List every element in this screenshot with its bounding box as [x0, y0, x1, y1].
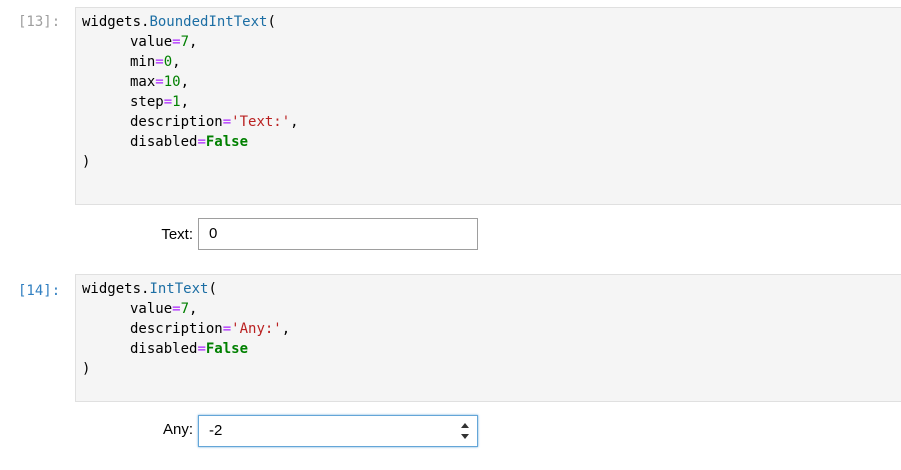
- code-line: widgets.IntText(: [82, 279, 901, 299]
- input-value: -2: [209, 422, 223, 439]
- code-line: step=1,: [82, 92, 901, 112]
- int-text-input[interactable]: 0: [198, 218, 478, 250]
- code-token: description: [130, 114, 223, 130]
- code-token: value: [130, 301, 173, 317]
- code-token: ,: [180, 94, 190, 110]
- code-token: False: [205, 341, 249, 357]
- code-token: disabled: [130, 134, 198, 150]
- code-token: ,: [189, 34, 198, 50]
- code-token: 7: [180, 301, 190, 317]
- code-line: disabled=False: [82, 132, 901, 152]
- widget-label: Any:: [162, 421, 193, 438]
- code-token: (: [267, 14, 276, 30]
- code-token: description: [130, 321, 223, 337]
- code-cell-14[interactable]: [14]: widgets.IntText( value=7, descript…: [0, 268, 901, 468]
- code-line: ): [82, 359, 901, 379]
- code-token: ,: [180, 74, 190, 90]
- code-token: ,: [281, 321, 291, 337]
- code-token: 0: [163, 54, 173, 70]
- code-line: ): [82, 152, 901, 172]
- code-editor[interactable]: widgets.IntText( value=7, description='A…: [75, 274, 901, 402]
- code-line: value=7,: [82, 299, 901, 319]
- code-token: 1: [172, 94, 181, 110]
- code-line: widgets.BoundedIntText(: [82, 12, 901, 32]
- code-token: ,: [189, 301, 198, 317]
- code-token: BoundedIntText: [149, 14, 268, 30]
- code-token: 'Any:': [231, 321, 282, 337]
- code-token: =: [172, 301, 181, 317]
- code-token: False: [205, 134, 249, 150]
- code-token: step: [130, 94, 164, 110]
- cell-prompt: [14]:: [18, 283, 61, 299]
- code-token: =: [163, 94, 173, 110]
- code-token: =: [155, 54, 164, 70]
- code-token: widgets.: [82, 281, 150, 297]
- code-token: =: [155, 74, 164, 90]
- code-token: 'Text:': [231, 114, 291, 130]
- code-token: ,: [290, 114, 299, 130]
- code-token: 10: [163, 74, 181, 90]
- code-token: =: [172, 34, 181, 50]
- int-text-input[interactable]: -2: [198, 415, 478, 447]
- code-line: min=0,: [82, 52, 901, 72]
- code-token: ,: [172, 54, 181, 70]
- code-token: max: [130, 74, 156, 90]
- bounded-int-text-widget: Text: 0: [0, 216, 901, 256]
- code-token: =: [197, 134, 206, 150]
- spinner-down-icon[interactable]: [461, 434, 469, 439]
- code-token: widgets.: [82, 14, 150, 30]
- code-cell-13[interactable]: [13]: widgets.BoundedIntText( value=7, m…: [0, 0, 901, 260]
- code-line: max=10,: [82, 72, 901, 92]
- code-token: 7: [180, 34, 190, 50]
- code-editor[interactable]: widgets.BoundedIntText( value=7, min=0, …: [75, 7, 901, 205]
- code-token: min: [130, 54, 156, 70]
- code-token: (: [208, 281, 217, 297]
- code-token: IntText: [149, 281, 209, 297]
- code-line: disabled=False: [82, 339, 901, 359]
- cell-prompt: [13]:: [18, 14, 61, 30]
- widget-label: Text:: [161, 226, 193, 243]
- spinner-up-icon[interactable]: [461, 423, 469, 428]
- number-spinner[interactable]: [460, 422, 470, 442]
- code-token: =: [222, 114, 232, 130]
- code-token: ): [82, 361, 91, 377]
- code-line: description='Any:',: [82, 319, 901, 339]
- int-text-widget: Any: -2: [0, 411, 901, 451]
- code-token: =: [197, 341, 206, 357]
- code-line: description='Text:',: [82, 112, 901, 132]
- code-token: =: [222, 321, 232, 337]
- code-token: disabled: [130, 341, 198, 357]
- code-line: value=7,: [82, 32, 901, 52]
- code-token: value: [130, 34, 173, 50]
- code-token: ): [82, 154, 91, 170]
